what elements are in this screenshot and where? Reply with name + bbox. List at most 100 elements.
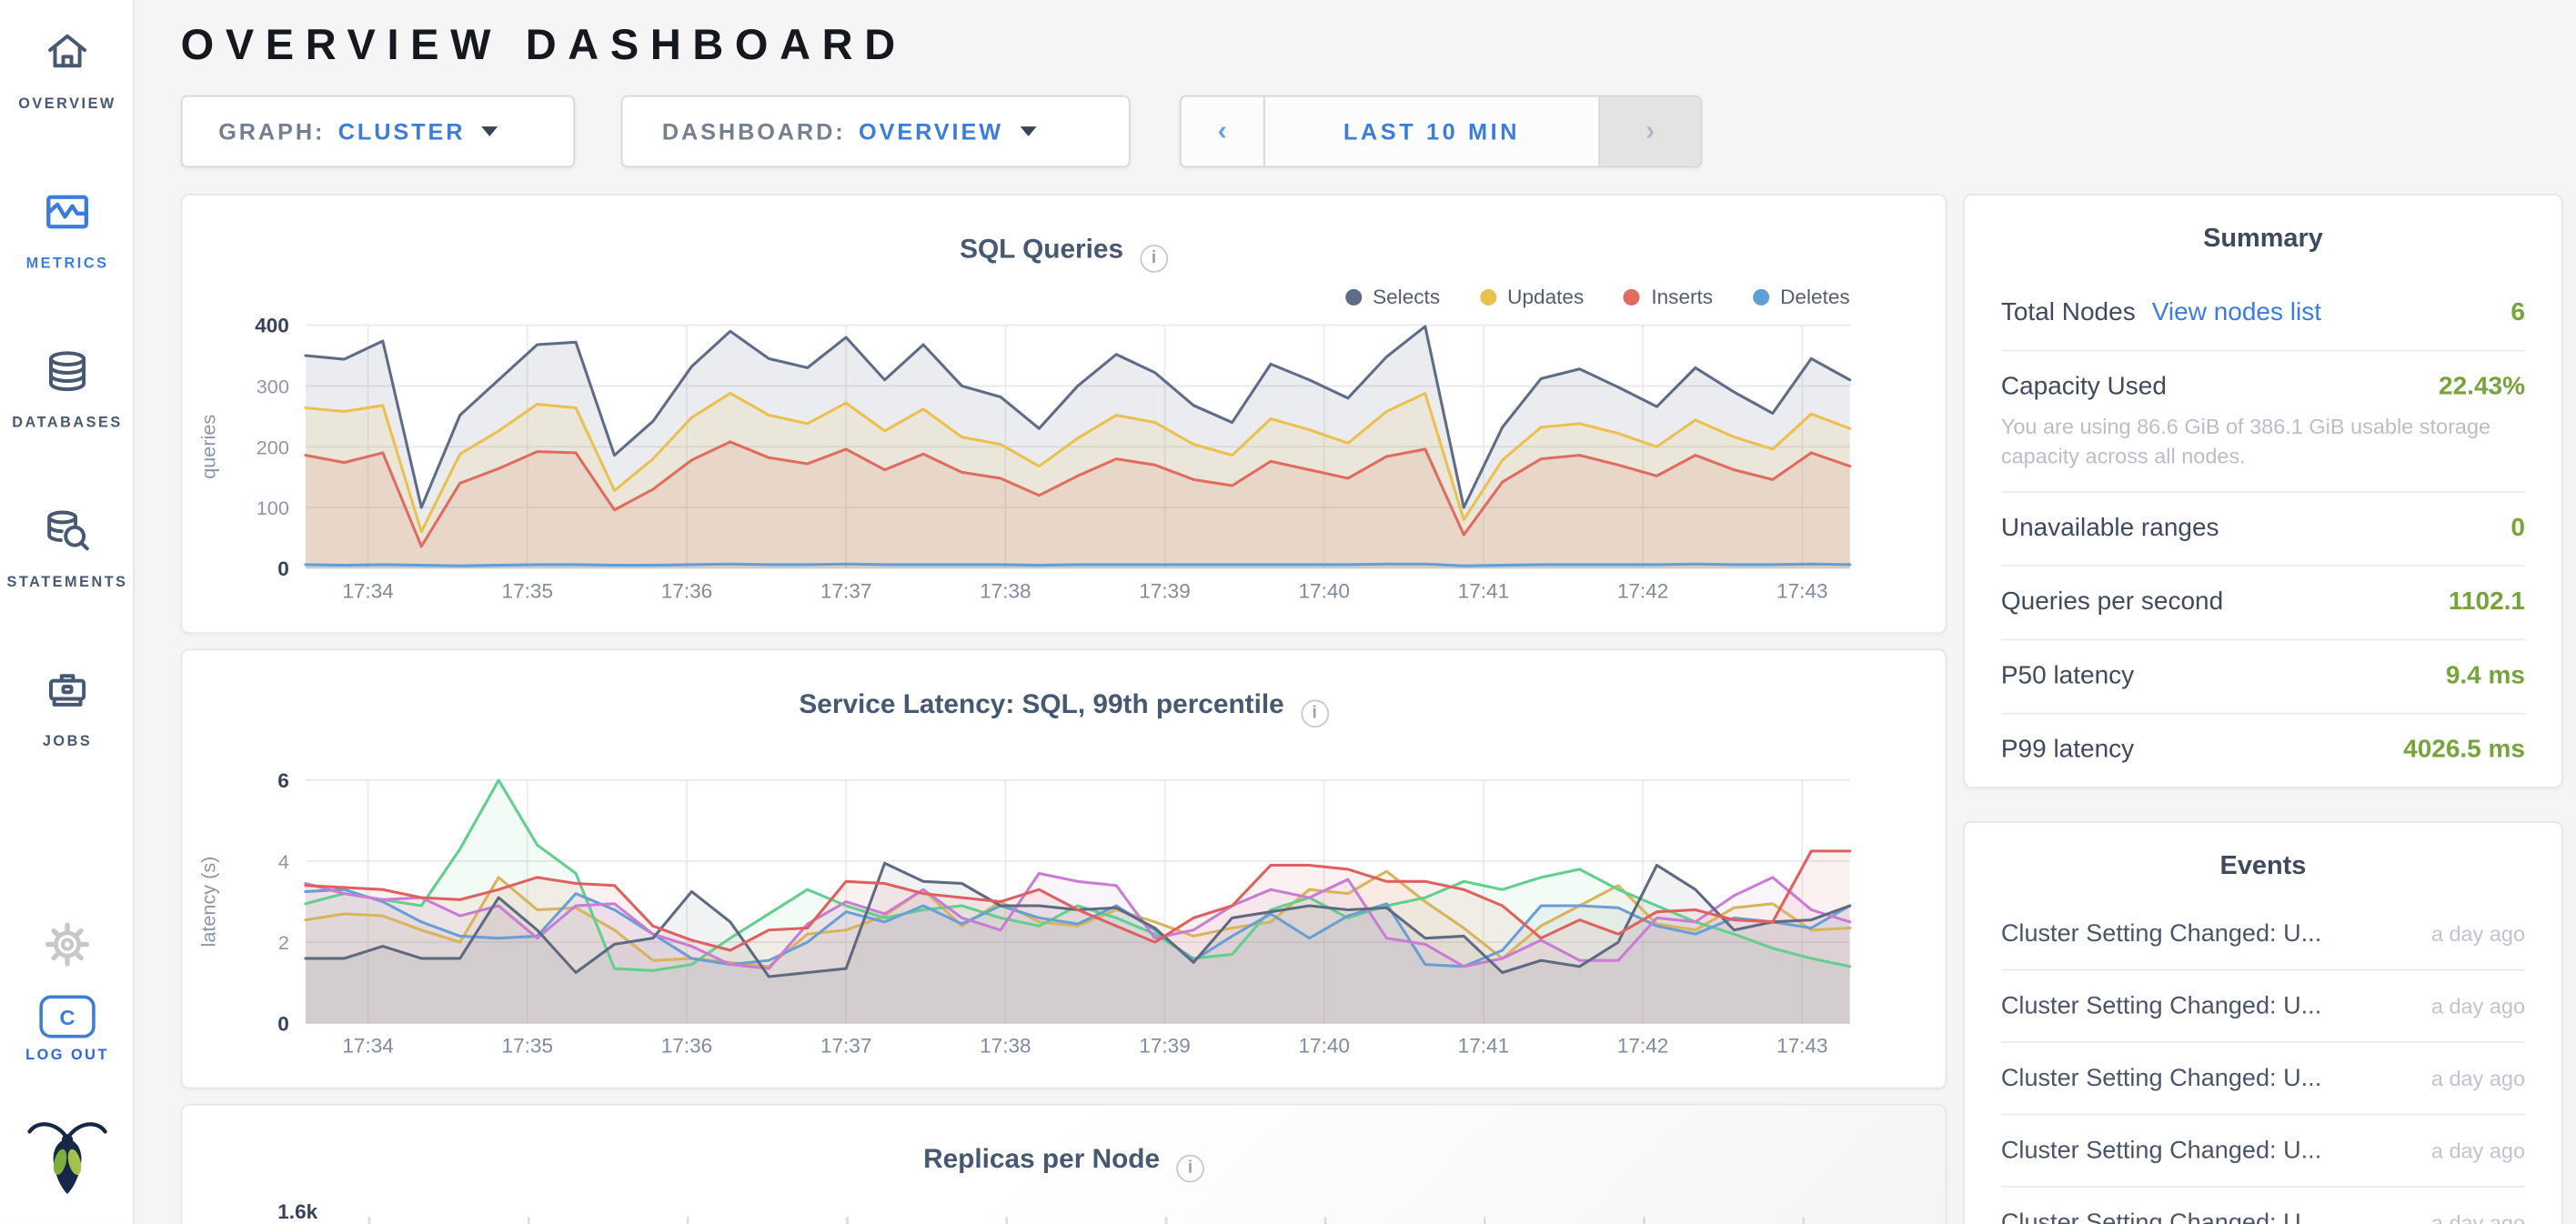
svg-text:2: 2 <box>278 931 289 954</box>
statements-icon <box>41 504 94 565</box>
admin-ui-root: OVERVIEW METRICS DATABASES <box>0 0 2576 1224</box>
capacity-note: You are using 86.6 GiB of 386.1 GiB usab… <box>2001 412 2525 469</box>
svg-text:17:35: 17:35 <box>502 579 553 602</box>
svg-text:100: 100 <box>257 497 289 519</box>
sidebar-item-databases[interactable]: DATABASES <box>0 345 135 430</box>
summary-panel: Summary Total Nodes View nodes list 6 Ca… <box>1963 194 2562 788</box>
legend-item-inserts[interactable]: Inserts <box>1624 286 1713 308</box>
svg-text:17:37: 17:37 <box>820 579 871 602</box>
sidebar-item-jobs[interactable]: JOBS <box>0 664 135 749</box>
logout-button[interactable]: C LOG OUT <box>0 996 135 1063</box>
sidebar-item-statements[interactable]: STATEMENTS <box>0 504 135 589</box>
chevron-down-icon <box>481 126 498 136</box>
svg-text:0: 0 <box>277 557 289 580</box>
graph-dropdown-value: CLUSTER <box>338 118 466 145</box>
time-range-selector: ‹ LAST 10 MIN › <box>1180 95 1702 167</box>
svg-text:17:40: 17:40 <box>1299 579 1350 602</box>
svg-text:17:37: 17:37 <box>820 1035 871 1058</box>
summary-row-total-nodes: Total Nodes View nodes list 6 <box>2001 277 2525 351</box>
total-nodes-value: 6 <box>2511 299 2525 329</box>
legend-item-selects[interactable]: Selects <box>1344 286 1440 308</box>
chart-title: SQL Queries <box>960 235 1123 265</box>
cockroach-bug-icon <box>26 1110 108 1208</box>
svg-text:17:36: 17:36 <box>661 1035 712 1058</box>
qps-value: 1102.1 <box>2449 588 2525 618</box>
svg-text:queries: queries <box>197 415 220 479</box>
svg-text:17:43: 17:43 <box>1776 1035 1827 1058</box>
home-icon <box>41 26 94 87</box>
cockroach-logo <box>0 1110 135 1208</box>
summary-title: Summary <box>1965 196 2561 255</box>
sql-queries-card: SQL Queries i Selects Updates Inserts Del… <box>181 194 1947 634</box>
event-row[interactable]: Cluster Setting Changed: U... a day ago <box>2001 1043 2525 1115</box>
summary-row-capacity: Capacity Used 22.43% You are using 86.6 … <box>2001 352 2525 493</box>
summary-row-p99: P99 latency 4026.5 ms <box>2001 715 2525 787</box>
p99-latency-value: 4026.5 ms <box>2403 736 2525 766</box>
chart-title: Replicas per Node <box>923 1145 1160 1175</box>
settings-button[interactable] <box>0 921 135 976</box>
svg-text:17:41: 17:41 <box>1458 579 1509 602</box>
p50-latency-value: 9.4 ms <box>2446 662 2525 692</box>
events-rows: Cluster Setting Changed: U... a day ago … <box>1965 882 2561 1224</box>
svg-text:17:38: 17:38 <box>980 579 1031 602</box>
sidebar-item-label: OVERVIEW <box>18 95 116 112</box>
summary-row-unavailable-ranges: Unavailable ranges 0 <box>2001 493 2525 567</box>
cockroach-c-icon: C <box>39 996 95 1038</box>
svg-text:17:43: 17:43 <box>1776 579 1827 602</box>
sidebar-item-overview[interactable]: OVERVIEW <box>0 26 135 112</box>
svg-text:17:34: 17:34 <box>342 1035 393 1058</box>
legend-dot <box>1624 289 1640 306</box>
legend-dot <box>1479 289 1495 306</box>
event-row[interactable]: Cluster Setting Changed: U... a day ago <box>2001 970 2525 1042</box>
svg-text:400: 400 <box>255 315 289 337</box>
chart-title-row: Replicas per Node i <box>182 1145 1945 1182</box>
event-row[interactable]: Cluster Setting Changed: U... a day ago <box>2001 1188 2525 1224</box>
sidebar-item-metrics[interactable]: METRICS <box>0 186 135 271</box>
svg-text:17:39: 17:39 <box>1139 579 1190 602</box>
view-nodes-list-link[interactable]: View nodes list <box>2152 299 2321 329</box>
svg-text:200: 200 <box>257 436 289 458</box>
dashboard-dropdown-value: OVERVIEW <box>859 118 1003 145</box>
chevron-down-icon <box>1020 126 1036 136</box>
chart-title: Service Latency: SQL, 99th percentile <box>799 690 1283 720</box>
time-range-value[interactable]: LAST 10 MIN <box>1263 97 1598 166</box>
svg-text:4: 4 <box>278 850 289 873</box>
time-next-button[interactable]: › <box>1598 97 1700 166</box>
svg-text:0: 0 <box>277 1012 289 1035</box>
dashboard-dropdown[interactable]: DASHBOARD: OVERVIEW <box>621 95 1131 167</box>
svg-text:17:41: 17:41 <box>1458 1035 1509 1058</box>
event-row[interactable]: Cluster Setting Changed: U... a day ago <box>2001 898 2525 970</box>
svg-text:latency (s): latency (s) <box>197 857 220 948</box>
summary-row-p50: P50 latency 9.4 ms <box>2001 641 2525 715</box>
graph-dropdown[interactable]: GRAPH: CLUSTER <box>181 95 575 167</box>
sidebar-item-label: METRICS <box>26 255 109 271</box>
svg-text:6: 6 <box>277 769 289 792</box>
svg-text:17:38: 17:38 <box>980 1035 1031 1058</box>
metrics-icon <box>41 186 94 246</box>
dashboard-dropdown-label: DASHBOARD: <box>662 118 846 145</box>
sql-queries-legend: Selects Updates Inserts Deletes <box>1344 286 1849 308</box>
gear-icon <box>45 921 91 976</box>
logout-label: LOG OUT <box>25 1047 109 1063</box>
x-axis-ticks <box>368 1217 1856 1224</box>
chart-title-row: Service Latency: SQL, 99th percentile i <box>182 690 1945 727</box>
page-title: OVERVIEW DASHBOARD <box>181 20 907 71</box>
events-title: Events <box>1965 823 2561 882</box>
svg-text:17:40: 17:40 <box>1299 1035 1350 1058</box>
svg-text:17:39: 17:39 <box>1139 1035 1190 1058</box>
info-icon[interactable]: i <box>1301 699 1329 727</box>
event-row[interactable]: Cluster Setting Changed: U... a day ago <box>2001 1115 2525 1187</box>
svg-text:300: 300 <box>257 376 289 398</box>
svg-text:17:34: 17:34 <box>342 579 393 602</box>
info-icon[interactable]: i <box>1140 244 1168 272</box>
time-prev-button[interactable]: ‹ <box>1182 97 1263 166</box>
sidebar-item-label: JOBS <box>43 733 92 749</box>
info-icon[interactable]: i <box>1176 1154 1204 1182</box>
sidebar-item-label: STATEMENTS <box>7 573 128 589</box>
briefcase-icon <box>41 664 94 725</box>
legend-item-updates[interactable]: Updates <box>1479 286 1584 308</box>
chevron-left-icon: ‹ <box>1218 115 1227 147</box>
summary-rows: Total Nodes View nodes list 6 Capacity U… <box>1965 255 2561 797</box>
legend-dot <box>1344 289 1361 306</box>
legend-item-deletes[interactable]: Deletes <box>1752 286 1849 308</box>
